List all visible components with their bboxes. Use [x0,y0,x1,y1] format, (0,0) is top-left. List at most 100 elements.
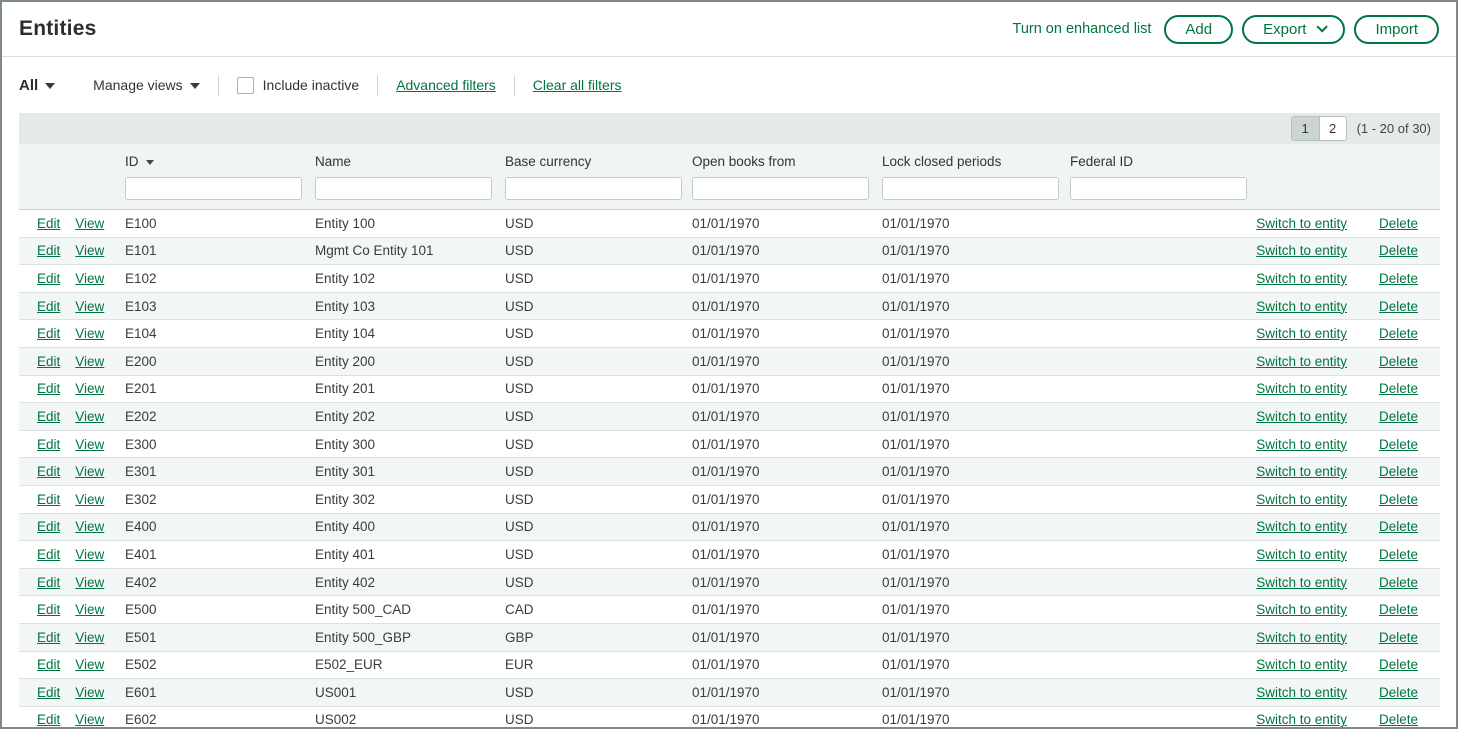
edit-link[interactable]: Edit [37,712,60,727]
delete-link[interactable]: Delete [1379,271,1418,286]
view-link[interactable]: View [75,326,104,341]
filter-name-input[interactable] [315,177,492,200]
switch-to-entity-link[interactable]: Switch to entity [1256,575,1347,590]
switch-to-entity-link[interactable]: Switch to entity [1256,547,1347,562]
switch-to-entity-link[interactable]: Switch to entity [1256,409,1347,424]
delete-link[interactable]: Delete [1379,547,1418,562]
switch-to-entity-link[interactable]: Switch to entity [1256,216,1347,231]
filter-federal-id-input[interactable] [1070,177,1247,200]
edit-link[interactable]: Edit [37,216,60,231]
edit-link[interactable]: Edit [37,271,60,286]
delete-link[interactable]: Delete [1379,326,1418,341]
delete-link[interactable]: Delete [1379,243,1418,258]
switch-to-entity-link[interactable]: Switch to entity [1256,299,1347,314]
import-button[interactable]: Import [1354,15,1439,44]
page-1-button[interactable]: 1 [1292,117,1319,140]
view-link[interactable]: View [75,519,104,534]
edit-link[interactable]: Edit [37,657,60,672]
delete-link[interactable]: Delete [1379,519,1418,534]
edit-link[interactable]: Edit [37,602,60,617]
delete-link[interactable]: Delete [1379,437,1418,452]
view-link[interactable]: View [75,712,104,727]
delete-link[interactable]: Delete [1379,299,1418,314]
view-link[interactable]: View [75,685,104,700]
edit-link[interactable]: Edit [37,243,60,258]
switch-to-entity-link[interactable]: Switch to entity [1256,381,1347,396]
edit-link[interactable]: Edit [37,575,60,590]
edit-link[interactable]: Edit [37,326,60,341]
view-link[interactable]: View [75,354,104,369]
view-link[interactable]: View [75,547,104,562]
column-header-base-currency[interactable]: Base currency [505,154,591,169]
filter-id-input[interactable] [125,177,302,200]
view-link[interactable]: View [75,630,104,645]
edit-link[interactable]: Edit [37,685,60,700]
view-link[interactable]: View [75,243,104,258]
view-link[interactable]: View [75,437,104,452]
edit-link[interactable]: Edit [37,409,60,424]
filter-lock-closed-input[interactable] [882,177,1059,200]
delete-link[interactable]: Delete [1379,216,1418,231]
view-link[interactable]: View [75,464,104,479]
edit-link[interactable]: Edit [37,630,60,645]
switch-to-entity-link[interactable]: Switch to entity [1256,354,1347,369]
edit-link[interactable]: Edit [37,299,60,314]
edit-link[interactable]: Edit [37,354,60,369]
switch-to-entity-link[interactable]: Switch to entity [1256,464,1347,479]
switch-to-entity-link[interactable]: Switch to entity [1256,657,1347,672]
advanced-filters-link[interactable]: Advanced filters [396,77,496,93]
view-selector-dropdown[interactable]: All [19,77,55,94]
delete-link[interactable]: Delete [1379,575,1418,590]
page-2-button[interactable]: 2 [1319,117,1346,140]
delete-link[interactable]: Delete [1379,354,1418,369]
delete-link[interactable]: Delete [1379,657,1418,672]
edit-link[interactable]: Edit [37,519,60,534]
include-inactive-checkbox[interactable] [237,77,254,94]
column-header-federal-id[interactable]: Federal ID [1070,154,1133,169]
export-button[interactable]: Export [1242,15,1345,44]
switch-to-entity-link[interactable]: Switch to entity [1256,437,1347,452]
delete-link[interactable]: Delete [1379,492,1418,507]
edit-link[interactable]: Edit [37,437,60,452]
include-inactive-toggle[interactable]: Include inactive [237,77,360,94]
delete-link[interactable]: Delete [1379,464,1418,479]
delete-link[interactable]: Delete [1379,381,1418,396]
view-link[interactable]: View [75,575,104,590]
view-link[interactable]: View [75,299,104,314]
view-link[interactable]: View [75,271,104,286]
turn-on-enhanced-list-link[interactable]: Turn on enhanced list [1013,21,1152,37]
column-header-id[interactable]: ID [125,154,154,169]
view-link[interactable]: View [75,492,104,507]
switch-to-entity-link[interactable]: Switch to entity [1256,685,1347,700]
switch-to-entity-link[interactable]: Switch to entity [1256,271,1347,286]
edit-link[interactable]: Edit [37,547,60,562]
view-link[interactable]: View [75,381,104,396]
manage-views-dropdown[interactable]: Manage views [93,77,200,93]
edit-link[interactable]: Edit [37,464,60,479]
column-header-name[interactable]: Name [315,154,351,169]
filter-open-books-input[interactable] [692,177,869,200]
switch-to-entity-link[interactable]: Switch to entity [1256,602,1347,617]
edit-link[interactable]: Edit [37,381,60,396]
switch-to-entity-link[interactable]: Switch to entity [1256,519,1347,534]
filter-base-currency-input[interactable] [505,177,682,200]
delete-link[interactable]: Delete [1379,685,1418,700]
view-link[interactable]: View [75,657,104,672]
delete-link[interactable]: Delete [1379,630,1418,645]
switch-to-entity-link[interactable]: Switch to entity [1256,326,1347,341]
delete-link[interactable]: Delete [1379,712,1418,727]
view-link[interactable]: View [75,216,104,231]
column-header-open-books-from[interactable]: Open books from [692,154,796,169]
column-header-lock-closed-periods[interactable]: Lock closed periods [882,154,1001,169]
add-button[interactable]: Add [1164,15,1233,44]
switch-to-entity-link[interactable]: Switch to entity [1256,243,1347,258]
view-link[interactable]: View [75,602,104,617]
switch-to-entity-link[interactable]: Switch to entity [1256,712,1347,727]
switch-to-entity-link[interactable]: Switch to entity [1256,492,1347,507]
clear-all-filters-link[interactable]: Clear all filters [533,77,622,93]
switch-to-entity-link[interactable]: Switch to entity [1256,630,1347,645]
delete-link[interactable]: Delete [1379,409,1418,424]
edit-link[interactable]: Edit [37,492,60,507]
view-link[interactable]: View [75,409,104,424]
delete-link[interactable]: Delete [1379,602,1418,617]
